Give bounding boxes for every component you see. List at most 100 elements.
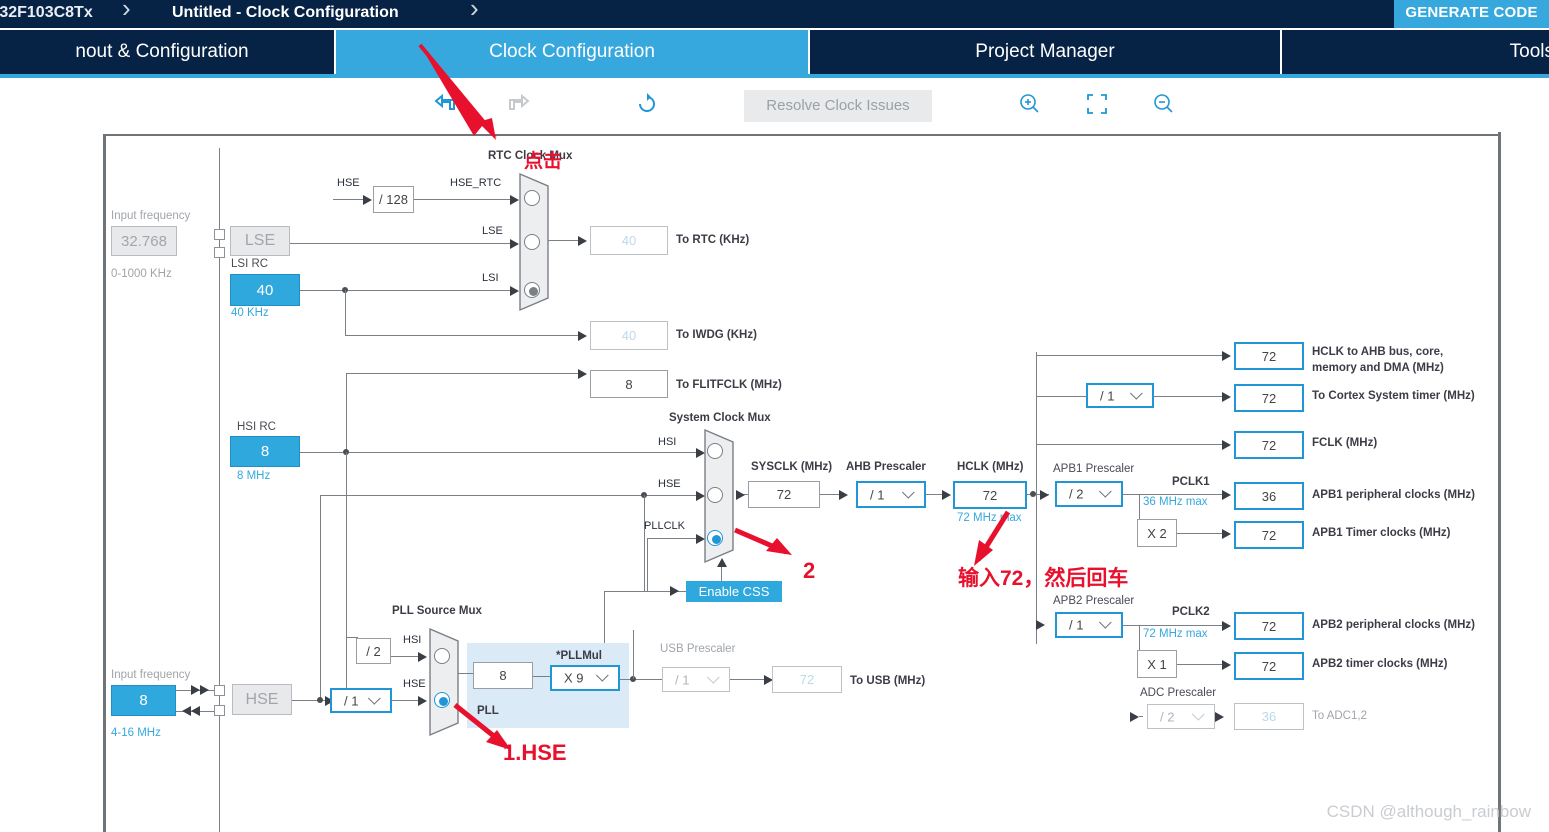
- zoom-in-icon[interactable]: [1013, 92, 1047, 120]
- hsi-value-field[interactable]: 8: [230, 436, 300, 467]
- undo-icon[interactable]: [430, 92, 464, 120]
- lse-oscillator-box[interactable]: LSE: [230, 226, 290, 256]
- apb2-prescaler-select[interactable]: / 1: [1055, 612, 1123, 638]
- wire-lsi-to-iwdg: [345, 335, 583, 336]
- tab-clock-configuration[interactable]: Clock Configuration: [336, 30, 808, 74]
- reset-icon[interactable]: [630, 92, 664, 120]
- hse-input-frequency-field[interactable]: 8: [111, 685, 176, 716]
- ahb-prescaler-select[interactable]: / 1: [856, 481, 926, 508]
- rtc-mux-option-lsi[interactable]: [524, 282, 540, 298]
- wire-pllclk-to-sysmux: [647, 538, 698, 539]
- to-rtc-label: To RTC (KHz): [676, 234, 750, 246]
- pclk1-label: PCLK1: [1172, 476, 1210, 488]
- arrow-hclk-in: [942, 490, 951, 500]
- arrow-hse-in-1: [191, 685, 200, 695]
- hclk-value-field[interactable]: 72: [953, 481, 1027, 509]
- wire-hse-bus-down: [320, 495, 321, 700]
- hse-divider-select[interactable]: / 1: [330, 688, 392, 713]
- cortex-prescaler-value: / 1: [1100, 388, 1115, 403]
- tab-project-manager[interactable]: Project Manager: [810, 30, 1280, 74]
- hse-pin-top: [214, 685, 225, 696]
- fclk-label: FCLK (MHz): [1312, 437, 1378, 449]
- pclk2-max-label: 72 MHz max: [1143, 628, 1208, 640]
- hse-oscillator-box[interactable]: HSE: [232, 684, 292, 715]
- hsi-signal-label: HSI: [658, 436, 677, 448]
- wire-hse-to-div128: [333, 199, 365, 200]
- arrow-cortex-in: [1222, 392, 1231, 402]
- pll-input-value: 8: [473, 662, 533, 689]
- arrow-apb1-in: [1040, 490, 1049, 500]
- tab-tools[interactable]: Tools: [1282, 30, 1549, 74]
- chevron-down-icon: [706, 670, 720, 684]
- redo-icon[interactable]: [500, 92, 534, 120]
- apb2-timer-value: 72: [1234, 652, 1304, 680]
- apb1-prescaler-select[interactable]: / 2: [1055, 481, 1123, 507]
- pclk2-label: PCLK2: [1172, 606, 1210, 618]
- arrow-css-in: [670, 586, 679, 596]
- resolve-clock-issues-button[interactable]: Resolve Clock Issues: [744, 90, 932, 122]
- hse-pin-bottom: [214, 705, 225, 716]
- to-rtc-value[interactable]: 40: [590, 226, 668, 255]
- wire-lsi-branch-down: [345, 290, 346, 335]
- usb-prescaler-select[interactable]: / 1: [662, 667, 730, 692]
- tab-bar: nout & Configuration Clock Configuration…: [0, 30, 1549, 74]
- usb-prescaler-value: / 1: [675, 672, 690, 687]
- chevron-down-icon: [1098, 484, 1112, 498]
- lsi-rc-label: LSI RC: [231, 258, 269, 270]
- arrow-sysclk-in: [736, 490, 745, 500]
- lsi-value-field[interactable]: 40: [230, 274, 300, 306]
- cortex-timer-label: To Cortex System timer (MHz): [1312, 390, 1475, 402]
- title-bar: M32F103C8Tx › Untitled - Clock Configura…: [0, 0, 1549, 28]
- wire-to-fclk: [1036, 444, 1226, 445]
- to-flitfclk-label: To FLITFCLK (MHz): [676, 379, 782, 391]
- arrow-ahb-in: [839, 490, 848, 500]
- pll-mux-option-hsi[interactable]: [434, 648, 450, 664]
- chevron-down-icon: [1191, 707, 1205, 721]
- lse-pin-top: [214, 229, 225, 240]
- wire-lse-to-rtcmux: [290, 243, 512, 244]
- adc-label: To ADC1,2: [1312, 710, 1367, 722]
- pll-mux-option-hse[interactable]: [434, 692, 450, 708]
- rtc-mux-option-hse-rtc[interactable]: [524, 190, 540, 206]
- wire-css-feed: [604, 591, 693, 592]
- pllmul-select[interactable]: X 9: [550, 665, 620, 691]
- lse-signal-label: LSE: [482, 225, 503, 237]
- sysclk-mux-option-hse[interactable]: [707, 487, 723, 503]
- chevron-down-icon: [367, 691, 381, 705]
- arrow-adc-out: [1215, 712, 1224, 722]
- tab-pinout-configuration[interactable]: nout & Configuration: [0, 30, 334, 74]
- arrow-div128-in: [363, 195, 372, 205]
- wire-to-flitfclk: [346, 373, 583, 374]
- sysclk-value: 72: [748, 481, 820, 508]
- arrow-apb1-timer-in: [1222, 529, 1231, 539]
- cortex-prescaler-select[interactable]: / 1: [1086, 383, 1154, 408]
- panel-right-border: [1498, 132, 1501, 832]
- annotation-click: 点击: [524, 151, 563, 172]
- fclk-value: 72: [1234, 431, 1304, 459]
- wire-hsi-branch-flitf: [346, 373, 347, 452]
- to-flitfclk-value[interactable]: 8: [590, 370, 668, 398]
- sysclk-mux-option-hsi[interactable]: [707, 443, 723, 459]
- generate-code-button[interactable]: GENERATE CODE: [1394, 0, 1549, 28]
- pllmul-label: *PLLMul: [556, 650, 602, 662]
- usb-label: To USB (MHz): [850, 675, 926, 687]
- rtc-mux-option-lse[interactable]: [524, 234, 540, 250]
- lse-input-frequency-field[interactable]: 32.768: [111, 226, 177, 256]
- pll-source-mux[interactable]: [428, 627, 462, 742]
- pll-label: PLL: [477, 705, 499, 717]
- annotation-step-2: 2: [803, 558, 816, 583]
- enable-css-button[interactable]: Enable CSS: [686, 581, 782, 602]
- pllmul-value: X 9: [564, 670, 584, 686]
- sysclk-mux-option-pllclk[interactable]: [707, 530, 723, 546]
- project-title: Untitled - Clock Configuration: [172, 4, 399, 21]
- apb2-prescaler-label: APB2 Prescaler: [1053, 595, 1135, 607]
- adc-prescaler-select[interactable]: / 2: [1147, 704, 1215, 729]
- hclk-ahb-value: 72: [1234, 342, 1304, 370]
- zoom-out-icon[interactable]: [1147, 92, 1181, 120]
- to-iwdg-value[interactable]: 40: [590, 321, 668, 350]
- pll-hse-signal-label: HSE: [403, 678, 426, 690]
- arrow-hse-out-1: [191, 706, 200, 716]
- wire-apb2-to-adc: [1139, 716, 1143, 717]
- fit-to-screen-icon[interactable]: [1080, 92, 1114, 120]
- system-clock-mux-label: System Clock Mux: [669, 412, 771, 424]
